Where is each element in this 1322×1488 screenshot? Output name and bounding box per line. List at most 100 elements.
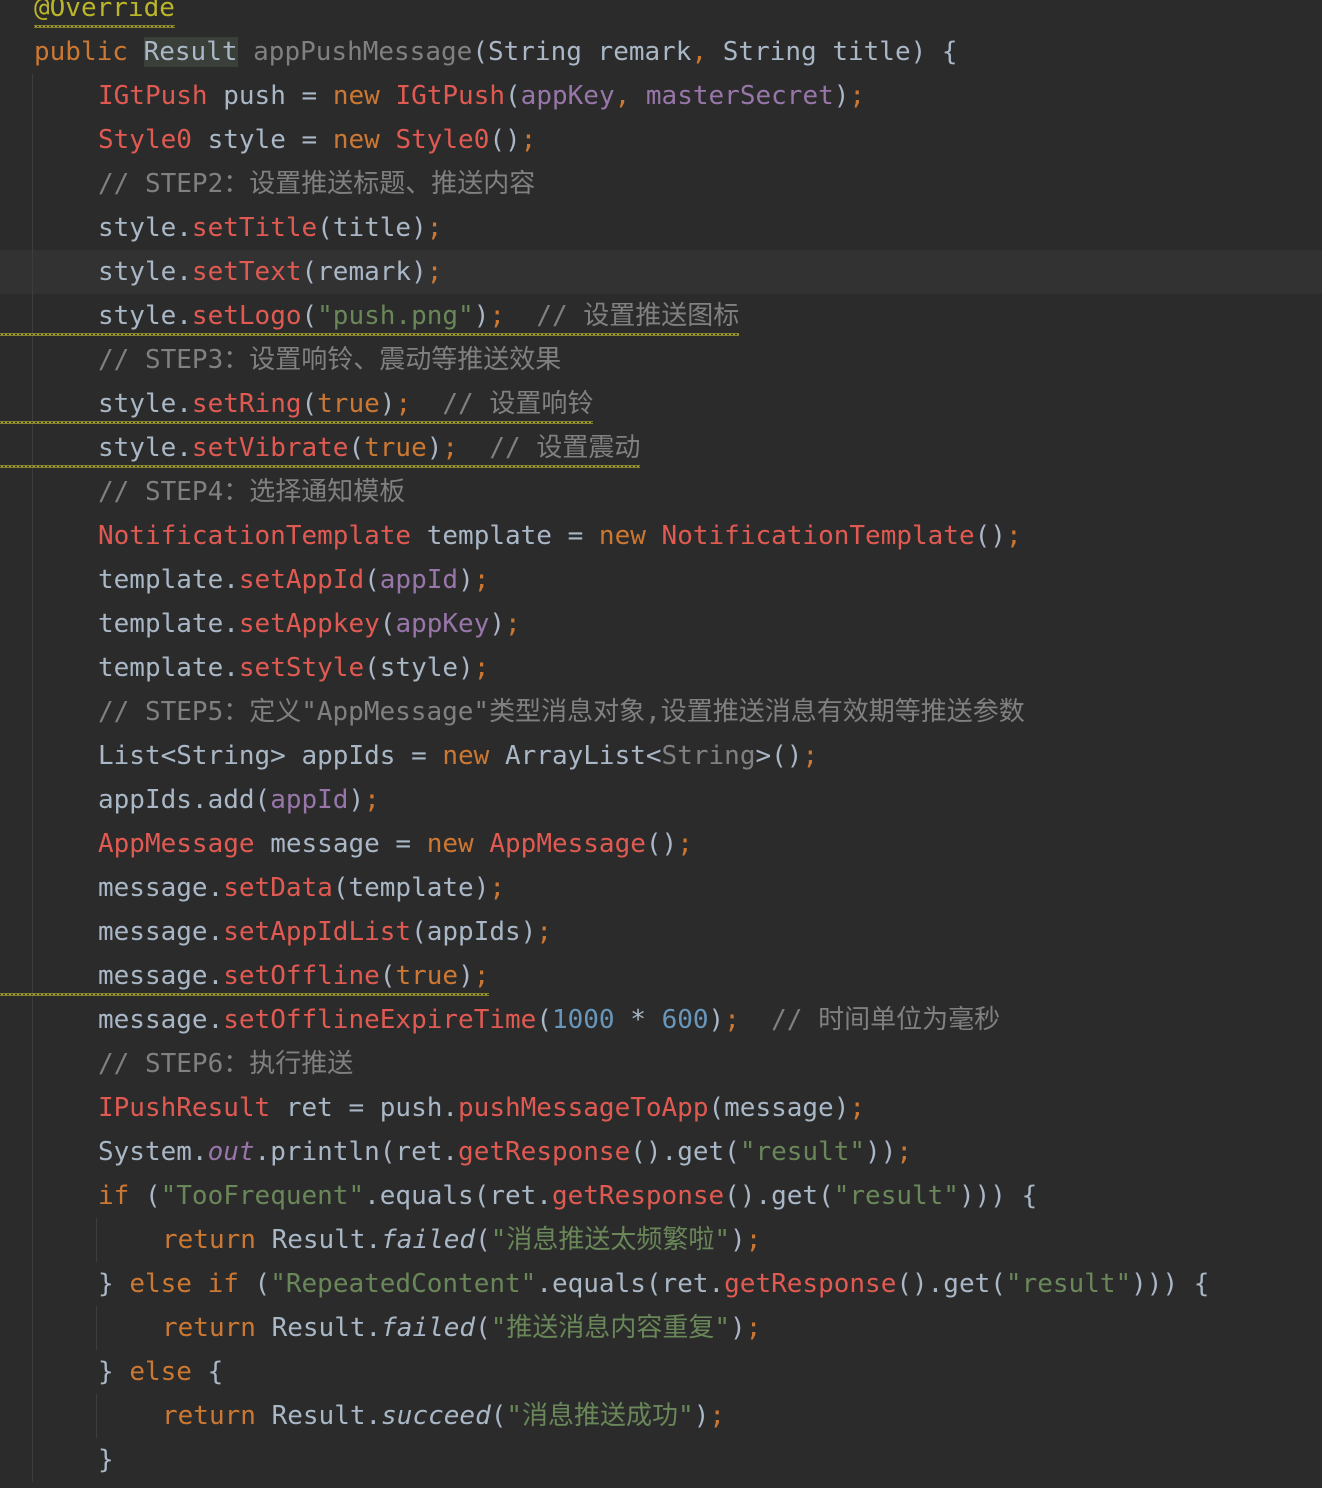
- indent-guide: [32, 1394, 33, 1438]
- code-token: ;: [489, 873, 506, 903]
- code-line[interactable]: return Result.failed("推送消息内容重复");: [0, 1306, 1322, 1350]
- code-line[interactable]: IPushResult ret = push.pushMessageToApp(…: [0, 1086, 1322, 1130]
- code-token: ): [426, 433, 443, 463]
- code-token: setAppkey: [238, 609, 380, 639]
- code-token: ;: [896, 1137, 913, 1167]
- code-token: out: [207, 1137, 255, 1167]
- code-token: ))) {: [958, 1181, 1038, 1211]
- code-line[interactable]: // STEP5：定义"AppMessage"类型消息对象,设置推送消息有效期等…: [0, 690, 1322, 734]
- code-line[interactable]: System.out.println(ret.getResponse().get…: [0, 1130, 1322, 1174]
- code-token: Result.: [271, 1313, 382, 1343]
- code-token: ;: [849, 1093, 866, 1123]
- code-token: ;: [473, 653, 490, 683]
- code-token: masterSecret: [645, 81, 834, 111]
- code-line[interactable]: message.setOffline(true);: [0, 954, 1322, 998]
- code-token: ().get(: [630, 1137, 740, 1167]
- code-token: else if: [129, 1269, 255, 1299]
- code-token: message =: [254, 829, 427, 859]
- code-text: // STEP6：执行推送: [98, 1042, 353, 1086]
- code-token: }: [98, 1357, 130, 1387]
- indent-guide: [32, 602, 33, 646]
- code-text: style.setRing(true); // 设置响铃: [98, 382, 593, 426]
- code-line[interactable]: // STEP2：设置推送标题、推送内容: [0, 162, 1322, 206]
- code-editor[interactable]: @Override public Result appPushMessage(St…: [0, 0, 1322, 1488]
- code-line[interactable]: public Result appPushMessage(String rema…: [0, 30, 1322, 74]
- code-line[interactable]: template.setAppId(appId);: [0, 558, 1322, 602]
- code-token: ;: [395, 389, 412, 419]
- code-line[interactable]: }: [0, 1438, 1322, 1482]
- code-line[interactable]: style.setTitle(title);: [0, 206, 1322, 250]
- code-line[interactable]: appIds.add(appId);: [0, 778, 1322, 822]
- code-line[interactable]: template.setAppkey(appKey);: [0, 602, 1322, 646]
- code-line[interactable]: style.setText(remark);: [0, 250, 1322, 294]
- code-token: "result": [739, 1137, 866, 1167]
- code-line[interactable]: Style0 style = new Style0();: [0, 118, 1322, 162]
- code-line[interactable]: IGtPush push = new IGtPush(appKey, maste…: [0, 74, 1322, 118]
- warning-underline: [34, 25, 175, 28]
- indent-guide: [96, 1394, 97, 1438]
- code-text: return Result.failed("推送消息内容重复");: [162, 1306, 761, 1350]
- code-line[interactable]: message.setData(template);: [0, 866, 1322, 910]
- code-line[interactable]: if ("TooFrequent".equals(ret.getResponse…: [0, 1174, 1322, 1218]
- code-token: ;: [536, 917, 552, 947]
- code-line[interactable]: return Result.failed("消息推送太频繁啦");: [0, 1218, 1322, 1262]
- code-token: "result": [1005, 1269, 1132, 1299]
- indent-guide: [32, 1042, 33, 1086]
- code-token: ().get(: [724, 1181, 834, 1211]
- code-text: IGtPush push = new IGtPush(appKey, maste…: [98, 74, 865, 118]
- code-token: IGtPush: [395, 81, 506, 111]
- code-token: message.: [98, 873, 224, 903]
- code-token: String title) {: [707, 37, 958, 67]
- code-line[interactable]: style.setVibrate(true); // 设置震动: [0, 426, 1322, 470]
- code-line[interactable]: template.setStyle(style);: [0, 646, 1322, 690]
- code-token: message.: [98, 917, 224, 947]
- code-token: ): [489, 609, 506, 639]
- indent-guide: [32, 250, 33, 294]
- code-token: ;: [745, 1313, 762, 1343]
- code-token: (remark): [301, 257, 427, 287]
- code-line[interactable]: message.setAppIdList(appIds);: [0, 910, 1322, 954]
- code-token: ;: [677, 829, 693, 859]
- code-line[interactable]: AppMessage message = new AppMessage();: [0, 822, 1322, 866]
- code-token: (: [379, 609, 396, 639]
- code-token: ,: [691, 37, 708, 67]
- code-token: failed: [381, 1225, 476, 1255]
- code-line[interactable]: // STEP3：设置响铃、震动等推送效果: [0, 338, 1322, 382]
- code-token: ): [348, 785, 365, 815]
- code-token: return: [162, 1225, 272, 1255]
- code-line[interactable]: // STEP4：选择通知模板: [0, 470, 1322, 514]
- code-text: } else if ("RepeatedContent".equals(ret.…: [98, 1262, 1209, 1306]
- indent-guide: [32, 910, 33, 954]
- code-line[interactable]: @Override: [0, 0, 1322, 30]
- code-token: ;: [745, 1225, 762, 1255]
- code-text: public Result appPushMessage(String rema…: [34, 30, 958, 74]
- indent-guide: [32, 778, 33, 822]
- code-line[interactable]: style.setRing(true); // 设置响铃: [0, 382, 1322, 426]
- indent-guide: [32, 1174, 33, 1218]
- indent-guide: [32, 1350, 33, 1394]
- code-line[interactable]: } else if ("RepeatedContent".equals(ret.…: [0, 1262, 1322, 1306]
- code-token: ;: [442, 433, 459, 463]
- code-token: // STEP6：执行推送: [98, 1049, 354, 1079]
- code-line[interactable]: return Result.succeed("消息推送成功");: [0, 1394, 1322, 1438]
- code-token: }: [98, 1445, 114, 1475]
- code-line[interactable]: // STEP6：执行推送: [0, 1042, 1322, 1086]
- code-token: getResponse: [458, 1137, 631, 1167]
- code-token: true: [364, 433, 427, 463]
- code-token: getResponse: [551, 1181, 725, 1211]
- code-text: return Result.succeed("消息推送成功");: [162, 1394, 725, 1438]
- code-line[interactable]: } else {: [0, 1350, 1322, 1394]
- code-line[interactable]: style.setLogo("push.png"); // 设置推送图标: [0, 294, 1322, 338]
- code-line[interactable]: NotificationTemplate template = new Noti…: [0, 514, 1322, 558]
- code-line[interactable]: List<String> appIds = new ArrayList<Stri…: [0, 734, 1322, 778]
- code-text: message.setOffline(true);: [98, 954, 489, 998]
- code-token: ().get(: [896, 1269, 1006, 1299]
- code-token: ): [730, 1313, 746, 1343]
- warning-underline: [0, 421, 593, 424]
- code-token: ;: [426, 213, 443, 243]
- code-token: ;: [364, 785, 380, 815]
- code-line[interactable]: message.setOfflineExpireTime(1000 * 600)…: [0, 998, 1322, 1042]
- code-token: (: [505, 81, 521, 111]
- code-token: setRing: [191, 389, 302, 419]
- code-token: setVibrate: [191, 433, 349, 463]
